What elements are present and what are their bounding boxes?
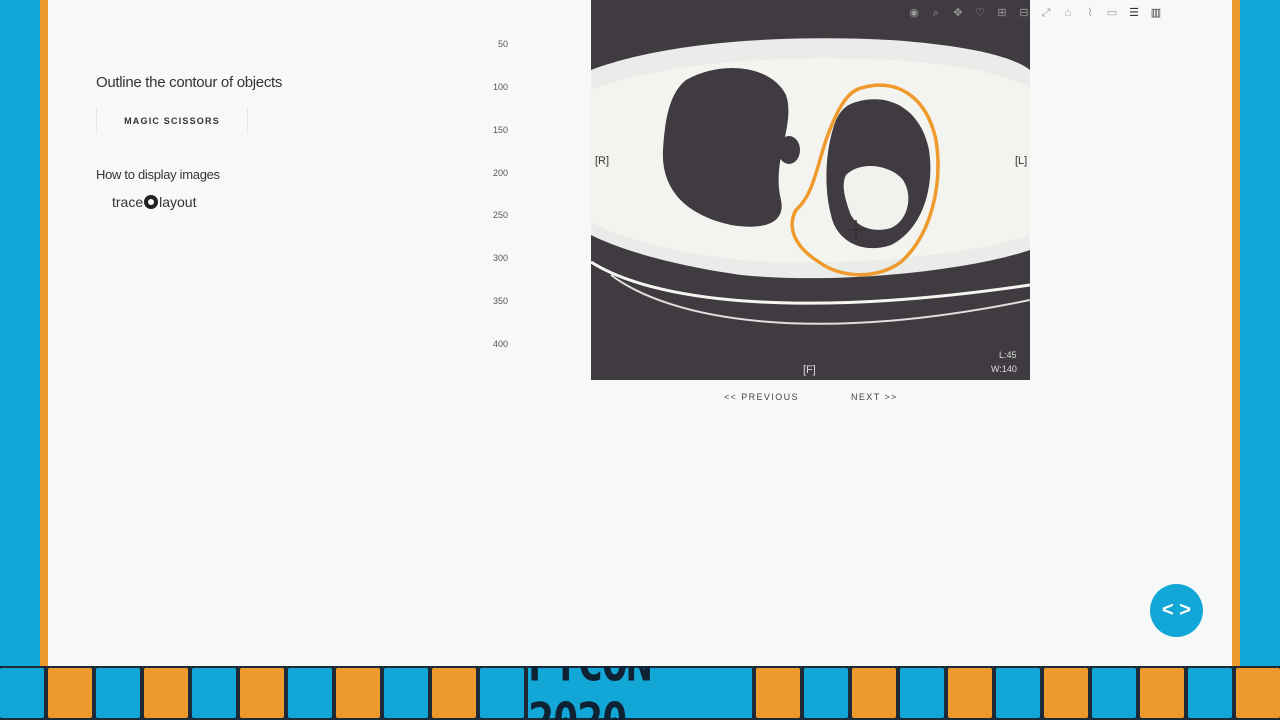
banner-tile	[0, 668, 44, 718]
zoom-in-icon[interactable]: ⊞	[992, 5, 1012, 21]
reset-icon[interactable]: ⌂	[1058, 5, 1078, 21]
y-tick-label: 50	[497, 39, 508, 49]
window-level-text: L:45	[999, 350, 1017, 360]
magic-scissors-button[interactable]: MAGIC SCISSORS	[96, 108, 248, 134]
banner-tile	[1140, 668, 1184, 718]
hover-compare-icon[interactable]: ☰	[1124, 5, 1144, 21]
y-tick-label: 250	[492, 210, 508, 220]
orientation-label-bottom: [F]	[803, 364, 816, 376]
banner-tile	[288, 668, 332, 718]
banner-tile	[192, 668, 236, 718]
zoom-out-icon[interactable]: ⊟	[1014, 5, 1034, 21]
plot-modebar: ◉ ⌕ ✥ ♡ ⊞ ⊟ ⤢ ⌂ ⌇ ▭ ☰ ▥	[904, 4, 1166, 22]
toggle-switch-knob[interactable]	[144, 195, 159, 209]
banner-title-text: PYCON 2020	[528, 666, 752, 720]
y-tick-label: 300	[492, 253, 508, 263]
banner-tile	[1188, 668, 1232, 718]
banner-tile	[96, 668, 140, 718]
banner-tile	[336, 668, 380, 718]
banner-tile	[384, 668, 428, 718]
plotly-logo-icon[interactable]: ▥	[1146, 5, 1166, 21]
ct-scan-image[interactable]	[591, 0, 1030, 380]
y-tick-label: 350	[492, 296, 508, 306]
display-toggle[interactable]: trace layout	[112, 194, 196, 210]
banner-tile	[1236, 668, 1280, 718]
banner-tile	[948, 668, 992, 718]
navigation-arrows-icon: < >	[1162, 599, 1191, 621]
slide-left-border	[40, 0, 48, 668]
lasso-icon[interactable]: ♡	[970, 5, 990, 21]
banner-tile	[900, 668, 944, 718]
banner-tile	[48, 668, 92, 718]
slide-content: Outline the contour of objects MAGIC SCI…	[48, 0, 1232, 666]
ct-image-plot[interactable]: [R] [L] [F] L:45 W:140	[591, 0, 1030, 380]
banner-tile	[144, 668, 188, 718]
hover-closest-icon[interactable]: ▭	[1102, 5, 1122, 21]
banner-tile	[756, 668, 800, 718]
banner-title: PYCON 2020	[528, 666, 752, 720]
y-tick-label: 400	[492, 339, 508, 349]
spike-icon[interactable]: ⌇	[1080, 5, 1100, 21]
display-heading: How to display images	[96, 167, 220, 182]
autoscale-icon[interactable]: ⤢	[1036, 5, 1056, 21]
banner-tile	[432, 668, 476, 718]
pan-icon[interactable]: ✥	[948, 5, 968, 21]
banner-tile	[996, 668, 1040, 718]
banner-tile	[1092, 668, 1136, 718]
slide-right-border	[1232, 0, 1240, 668]
toggle-label-layout[interactable]: layout	[159, 194, 196, 210]
y-tick-label: 150	[492, 125, 508, 135]
contour-heading: Outline the contour of objects	[96, 74, 283, 91]
toggle-label-trace[interactable]: trace	[112, 194, 143, 210]
camera-icon[interactable]: ◉	[904, 5, 924, 21]
zoom-icon[interactable]: ⌕	[926, 5, 946, 21]
pycon-banner: PYCON 2020	[0, 666, 1280, 720]
next-link[interactable]: NEXT >>	[851, 392, 898, 402]
banner-tile	[852, 668, 896, 718]
banner-tile	[1044, 668, 1088, 718]
y-tick-label: 200	[492, 168, 508, 178]
banner-tile	[480, 668, 524, 718]
orientation-label-left: [L]	[1015, 155, 1028, 167]
orientation-label-right: [R]	[595, 155, 610, 167]
banner-tile	[240, 668, 284, 718]
banner-tile	[804, 668, 848, 718]
window-width-text: W:140	[991, 364, 1017, 374]
y-tick-label: 100	[492, 82, 508, 92]
previous-link[interactable]: << PREVIOUS	[724, 392, 799, 402]
slide-navigation-button[interactable]: < >	[1150, 584, 1203, 637]
